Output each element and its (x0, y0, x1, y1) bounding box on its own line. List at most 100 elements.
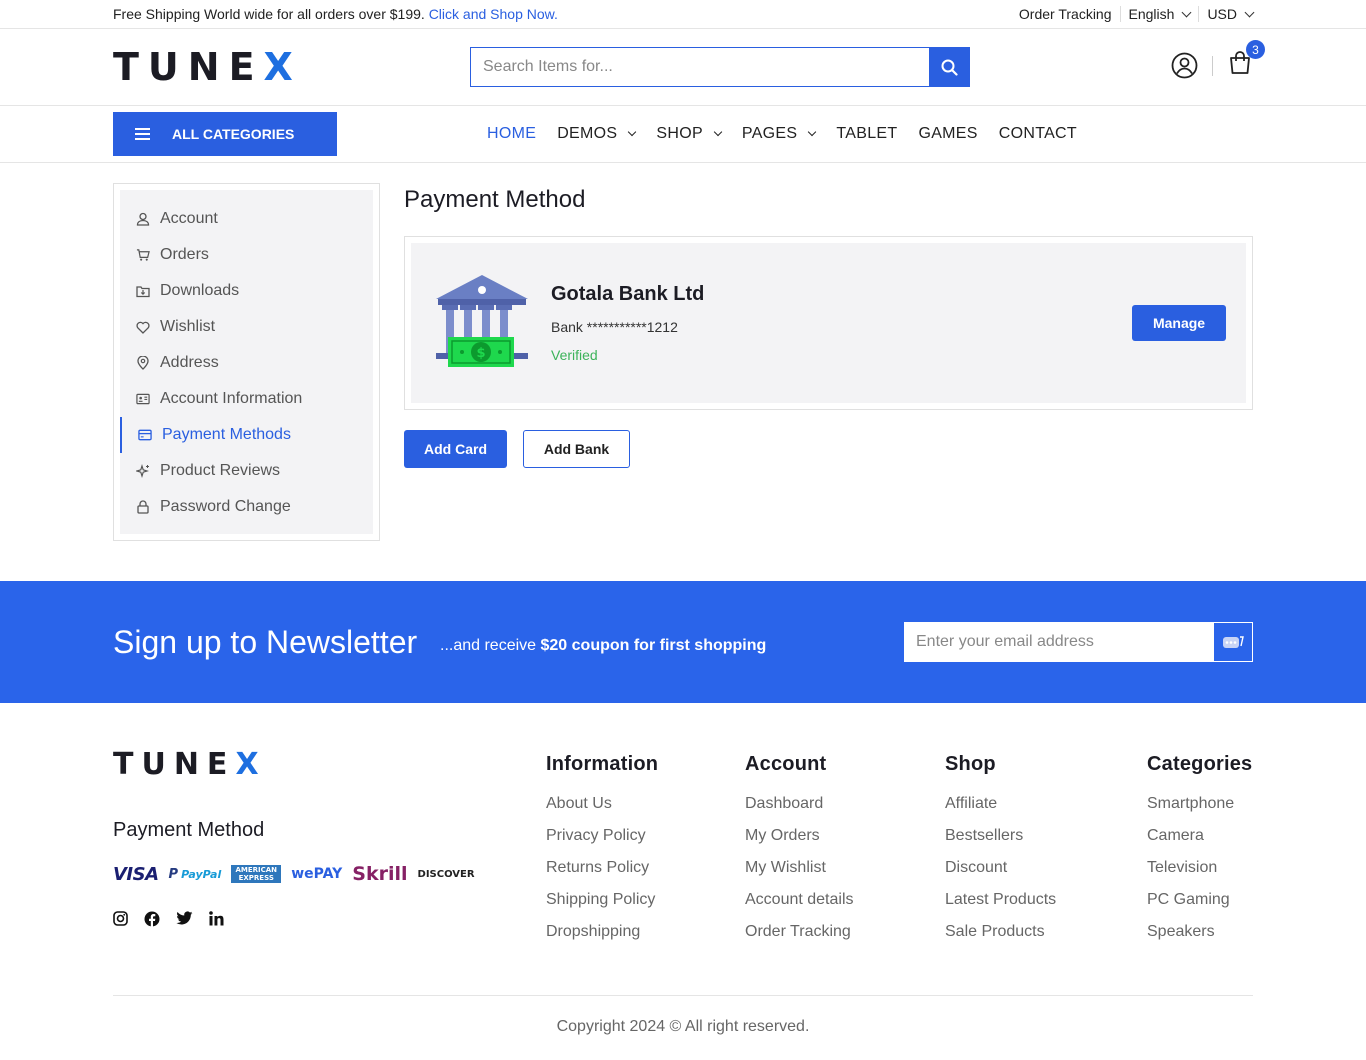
sparkle-icon (136, 464, 149, 478)
payment-method-title: Payment Method (113, 819, 265, 841)
divider (1119, 6, 1121, 22)
add-card-button[interactable]: Add Card (404, 430, 507, 468)
instagram-icon[interactable] (113, 911, 128, 926)
nav-item-demos[interactable]: DEMOS (557, 125, 637, 143)
user-account-icon[interactable] (1171, 52, 1198, 79)
footer-column-categories: Categories Smartphone Camera Television … (1147, 753, 1252, 956)
page-title: Payment Method (404, 186, 586, 213)
footer-link[interactable]: My Wishlist (745, 860, 854, 892)
footer-column-title: Categories (1147, 753, 1253, 775)
account-sidebar: Account Orders Downloads Wishlist Addres… (113, 183, 380, 541)
sidebar-item-label: Account (160, 210, 218, 227)
footer-link[interactable]: Camera (1147, 828, 1252, 860)
search-button[interactable] (929, 48, 969, 86)
svg-text:$: $ (476, 346, 485, 361)
logo-accent: X (235, 747, 267, 782)
footer-link[interactable]: Speakers (1147, 924, 1252, 956)
sidebar-item-payment-methods[interactable]: Payment Methods (120, 417, 373, 453)
language-select[interactable]: English (1129, 6, 1192, 22)
email-input[interactable] (905, 623, 1214, 661)
social-links (113, 911, 224, 927)
sidebar-item-orders[interactable]: Orders (120, 237, 373, 273)
chevron-down-icon (1181, 7, 1192, 17)
currency-select[interactable]: USD (1207, 6, 1255, 22)
sidebar-item-label: Wishlist (160, 318, 216, 335)
order-tracking-link[interactable]: Order Tracking (1019, 6, 1112, 22)
twitter-icon[interactable] (176, 911, 193, 926)
footer-link[interactable]: My Orders (745, 828, 854, 860)
bank-building-icon: $ (436, 275, 528, 367)
sidebar-item-account[interactable]: Account (120, 201, 373, 237)
footer-link[interactable]: Bestsellers (945, 828, 1056, 860)
subscribe-button[interactable] (1214, 623, 1252, 661)
footer-link[interactable]: Discount (945, 860, 1056, 892)
sidebar-item-label: Account Information (160, 390, 303, 407)
sidebar-item-address[interactable]: Address (120, 345, 373, 381)
footer-link[interactable]: Account details (745, 892, 854, 924)
nav-item-contact[interactable]: CONTACT (999, 125, 1077, 143)
footer-logo[interactable]: TUNEX (113, 747, 267, 782)
sidebar-item-wishlist[interactable]: Wishlist (120, 309, 373, 345)
nav-item-pages[interactable]: PAGES (741, 125, 817, 143)
sidebar-item-password-change[interactable]: Password Change (120, 489, 373, 525)
nav-label: CONTACT (998, 125, 1077, 142)
manage-button[interactable]: Manage (1132, 305, 1226, 341)
footer-link[interactable]: Returns Policy (546, 860, 658, 892)
sidebar-item-label: Password Change (160, 498, 291, 515)
divider (1212, 55, 1213, 76)
search-bar (470, 47, 970, 87)
search-input[interactable] (471, 48, 929, 86)
sidebar-item-label: Product Reviews (160, 462, 281, 479)
sidebar-item-label: Orders (160, 246, 209, 263)
sidebar-item-label: Downloads (160, 282, 240, 299)
footer-link[interactable]: Dropshipping (546, 924, 658, 956)
sidebar-item-downloads[interactable]: Downloads (120, 273, 373, 309)
footer-link[interactable]: Order Tracking (745, 924, 854, 956)
site-logo[interactable]: TUNEX (113, 45, 302, 89)
location-icon (137, 356, 149, 370)
heart-icon (136, 321, 150, 334)
nav-item-shop[interactable]: SHOP (656, 125, 723, 143)
bank-account-number: Bank ***********1212 (551, 319, 678, 335)
paypal-logo: P PayPal (168, 866, 222, 882)
footer-link[interactable]: Shipping Policy (546, 892, 658, 924)
cart-count-badge: 3 (1246, 40, 1265, 59)
newsletter-sub-bold: $20 coupon for first shopping (540, 637, 767, 654)
footer-link[interactable]: Privacy Policy (546, 828, 658, 860)
chevron-down-icon (1244, 7, 1255, 17)
linkedin-icon[interactable] (209, 911, 224, 926)
footer-link[interactable]: Smartphone (1147, 796, 1252, 828)
search-icon (941, 59, 958, 76)
newsletter-section: Sign up to Newsletter ...and receive $20… (0, 581, 1366, 703)
bank-name: Gotala Bank Ltd (551, 283, 705, 305)
sidebar-item-account-information[interactable]: Account Information (120, 381, 373, 417)
footer-link[interactable]: Dashboard (745, 796, 854, 828)
nav-item-home[interactable]: HOME (487, 125, 536, 143)
footer-link[interactable]: PC Gaming (1147, 892, 1252, 924)
wepay-logo: wePAY (291, 866, 343, 882)
sidebar-item-product-reviews[interactable]: Product Reviews (120, 453, 373, 489)
add-bank-button[interactable]: Add Bank (523, 430, 630, 468)
footer-link[interactable]: Sale Products (945, 924, 1056, 956)
footer-column-information: Information About Us Privacy Policy Retu… (546, 753, 658, 956)
facebook-icon[interactable] (144, 911, 160, 927)
nav-label: TABLET (836, 125, 898, 142)
payment-logos: VISA P PayPal AMERICAN EXPRESS wePAY Skri… (113, 863, 475, 885)
nav-item-games[interactable]: GAMES (918, 125, 977, 143)
promo-link[interactable]: Click and Shop Now. (429, 6, 558, 22)
nav-label: PAGES (741, 125, 798, 142)
footer-link[interactable]: About Us (546, 796, 658, 828)
lock-icon (137, 500, 149, 514)
id-card-icon (136, 393, 150, 405)
send-icon (1223, 636, 1244, 648)
account-page: Account Orders Downloads Wishlist Addres… (0, 163, 1366, 581)
footer-link[interactable]: Latest Products (945, 892, 1056, 924)
footer-column-title: Information (546, 753, 659, 775)
divider (1198, 6, 1200, 22)
nav-item-tablet[interactable]: TABLET (836, 125, 897, 143)
footer-link[interactable]: Affiliate (945, 796, 1056, 828)
cart-button[interactable]: 3 (1227, 40, 1265, 81)
all-categories-button[interactable]: ALL CATEGORIES (113, 112, 337, 156)
footer-link[interactable]: Television (1147, 860, 1252, 892)
nav-label: SHOP (656, 125, 703, 142)
